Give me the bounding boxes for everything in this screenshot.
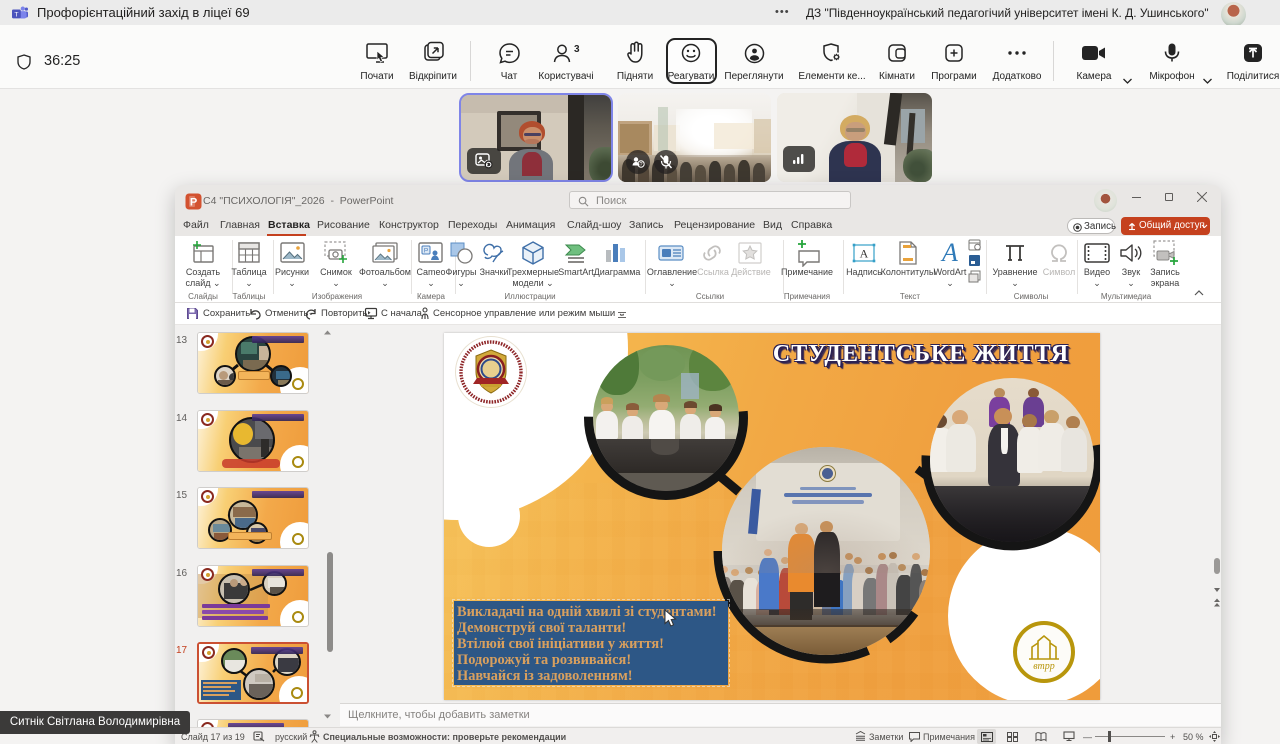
svg-text:T: T xyxy=(14,11,18,18)
svg-text:A: A xyxy=(940,240,958,266)
svg-text:P: P xyxy=(424,248,428,255)
svg-text:P: P xyxy=(190,197,197,209)
svg-text:3: 3 xyxy=(574,44,580,55)
svg-text:втрр: втрр xyxy=(1033,661,1055,672)
svg-text:?: ? xyxy=(639,162,642,168)
svg-text:A: A xyxy=(860,247,869,261)
